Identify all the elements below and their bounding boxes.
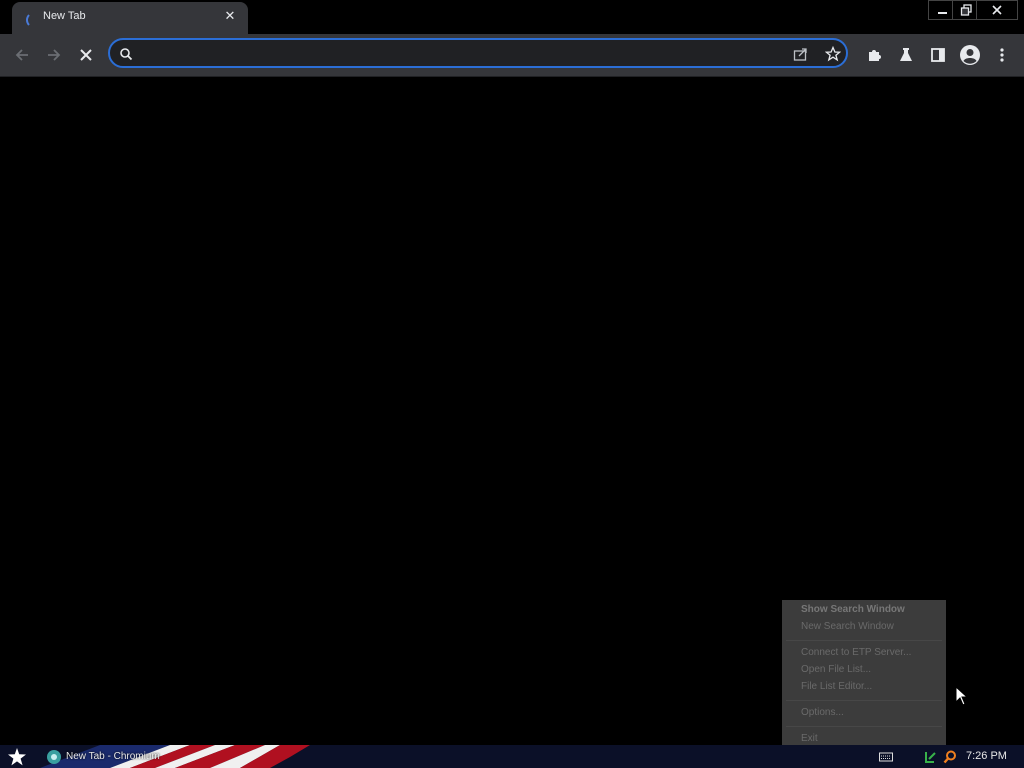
arrow-right-icon [48, 49, 61, 61]
tray-context-menu: Show Search Window New Search Window Con… [782, 600, 946, 752]
start-menu-star-icon[interactable] [7, 747, 27, 767]
close-icon [992, 5, 1002, 15]
window-close-button[interactable] [976, 0, 1018, 20]
share-icon[interactable] [791, 44, 811, 64]
menu-item-new-search-window[interactable]: New Search Window [801, 621, 894, 632]
menu-item-exit[interactable]: Exit [801, 733, 818, 744]
flask-icon[interactable] [893, 42, 919, 68]
keyboard-icon[interactable] [878, 749, 894, 765]
tab-new-tab[interactable]: New Tab ✕ [12, 2, 248, 34]
menu-item-options[interactable]: Options... [801, 707, 844, 718]
minimize-icon [938, 12, 947, 14]
back-button[interactable] [9, 42, 35, 68]
menu-item-connect-etp-server[interactable]: Connect to ETP Server... [801, 647, 911, 658]
minimize-button[interactable] [928, 0, 955, 20]
mouse-cursor-icon [955, 686, 969, 706]
menu-item-open-file-list[interactable]: Open File List... [801, 664, 871, 675]
profile-icon[interactable] [957, 42, 983, 68]
network-tray-icon[interactable] [922, 749, 938, 765]
taskbar-app-chromium[interactable]: New Tab - Chromium [46, 747, 160, 766]
chromium-icon [47, 749, 61, 764]
taskbar: New Tab - Chromium 7:26 PM [0, 745, 1024, 768]
star-icon[interactable] [823, 44, 843, 64]
taskbar-app-label: New Tab - Chromium [66, 751, 160, 762]
menu-item-file-list-editor[interactable]: File List Editor... [801, 681, 872, 692]
menu-separator [786, 700, 942, 701]
loading-spinner-icon [26, 12, 42, 28]
browser-toolbar [0, 34, 1024, 77]
search-icon [116, 44, 136, 64]
arrow-left-icon [15, 49, 28, 61]
forward-button[interactable] [41, 42, 67, 68]
kebab-menu-icon[interactable] [989, 42, 1015, 68]
taskbar-clock: 7:26 PM [966, 750, 1007, 762]
tab-title: New Tab [43, 10, 86, 22]
address-input[interactable] [142, 43, 786, 65]
close-icon [80, 49, 92, 61]
menu-separator [786, 726, 942, 727]
side-panel-icon[interactable] [925, 42, 951, 68]
menu-separator [786, 640, 942, 641]
restore-button[interactable] [952, 0, 979, 20]
restore-icon [960, 4, 972, 16]
address-bar[interactable] [108, 38, 848, 68]
search-tray-icon[interactable] [942, 749, 958, 765]
puzzle-icon[interactable] [861, 42, 887, 68]
stop-loading-button[interactable] [73, 42, 99, 68]
tab-close-button[interactable]: ✕ [222, 9, 238, 25]
title-bar: New Tab ✕ [0, 0, 1024, 34]
menu-item-show-search-window[interactable]: Show Search Window [801, 604, 905, 615]
